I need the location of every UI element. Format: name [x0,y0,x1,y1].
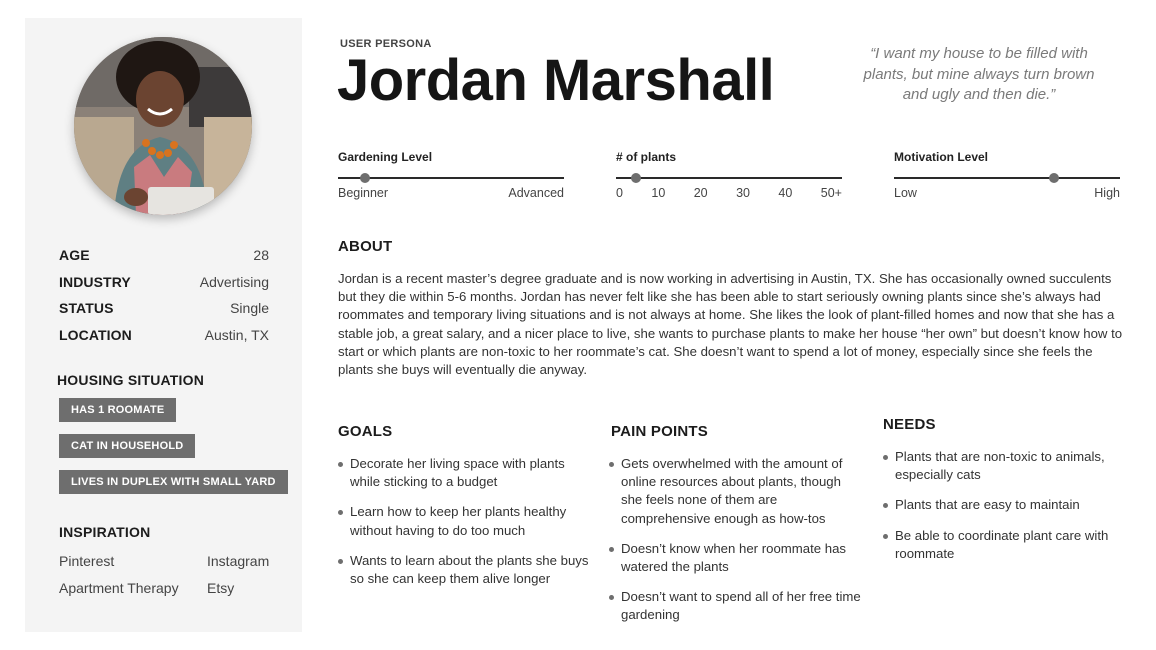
inspiration-heading: INSPIRATION [59,524,151,540]
list-item: Decorate her living space with plants wh… [338,455,594,491]
inspiration-item: Pinterest [59,553,115,569]
slider-title: # of plants [616,150,677,164]
slider-knob [1049,173,1060,183]
slider-tick: 10 [651,186,666,200]
needs-heading: NEEDS [883,416,936,433]
list-item: Plants that are easy to maintain [883,496,1133,514]
tag-roommate: HAS 1 ROOMATE [59,398,177,422]
fact-label: INDUSTRY [59,273,131,290]
persona-quote: “I want my house to be filled with plant… [863,45,1095,103]
fact-value: Austin, TX [204,326,269,343]
housing-tags: HAS 1 ROOMATE CAT IN HOUSEHOLD LIVES IN … [59,398,288,506]
fact-value: Advertising [199,273,269,290]
list-item: Be able to coordinate plant care with ro… [883,527,1133,563]
avatar-photo [74,37,252,215]
fact-value: 28 [253,247,269,263]
about-heading: ABOUT [338,238,393,255]
slider-tick: 50+ [820,186,842,200]
needs-list: Plants that are non-toxic to animals, es… [883,448,1133,575]
tag-duplex: LIVES IN DUPLEX WITH SMALL YARD [59,470,288,494]
list-item: Plants that are non-toxic to animals, es… [883,448,1133,484]
fact-age: AGE 28 [59,247,269,274]
fact-status: STATUS Single [59,300,269,327]
slider-labels: Beginner Advanced [338,186,564,200]
slider-title: Motivation Level [894,150,989,164]
slider-title: Gardening Level [338,150,433,164]
list-item: Wants to learn about the plants she buys… [338,552,594,588]
fact-industry: INDUSTRY Advertising [59,274,269,301]
goals-heading: GOALS [338,423,393,440]
demographics: AGE 28 INDUSTRY Advertising STATUS Singl… [59,247,269,353]
slider-max-label: High [1094,186,1120,200]
fact-value: Single [230,300,269,316]
inspiration-item: Instagram [207,553,270,569]
fact-label: LOCATION [59,326,132,343]
inspiration-item: Apartment Therapy [59,579,179,596]
motivation-level-slider: Motivation Level Low High [894,150,1120,200]
slider-tick: 30 [736,186,750,200]
slider-knob [631,173,642,183]
slider-track [894,173,1120,183]
tag-cat: CAT IN HOUSEHOLD [59,434,196,458]
profile-sidebar: AGE 28 INDUSTRY Advertising STATUS Singl… [25,18,302,632]
list-item: Gets overwhelmed with the amount of onli… [609,455,861,528]
housing-heading: HOUSING SITUATION [57,372,205,388]
slider-min-label: Beginner [338,186,389,200]
inspiration-item: Etsy [207,579,235,596]
inspiration-row: Apartment Therapy Etsy [59,580,279,607]
persona-name: Jordan Marshall [337,48,775,113]
list-item: Doesn’t want to spend all of her free ti… [609,588,861,624]
fact-location: LOCATION Austin, TX [59,327,269,354]
slider-max-label: Advanced [508,186,564,200]
slider-ticks: 0 10 20 30 40 50+ [616,186,842,200]
pain-points-heading: PAIN POINTS [611,423,708,440]
slider-tick: 20 [693,186,708,200]
plants-count-slider: # of plants 0 10 20 30 40 50+ [616,150,842,200]
fact-label: STATUS [59,300,114,316]
slider-track [338,173,564,183]
goals-list: Decorate her living space with plants wh… [338,455,594,600]
slider-labels: Low High [894,186,1120,200]
slider-knob [360,173,371,183]
list-item: Doesn’t know when her roommate has water… [609,540,861,576]
inspiration-row: Pinterest Instagram [59,553,279,580]
gardening-level-slider: Gardening Level Beginner Advanced [338,150,564,200]
fact-label: AGE [59,247,90,263]
pain-points-list: Gets overwhelmed with the amount of onli… [609,455,861,637]
slider-min-label: Low [894,186,917,200]
list-item: Learn how to keep her plants healthy wit… [338,503,594,539]
about-text: Jordan is a recent master’s degree gradu… [338,271,1123,378]
avatar [74,37,252,215]
slider-tick: 0 [616,186,623,200]
slider-tick: 40 [778,186,793,200]
inspiration-list: Pinterest Instagram Apartment Therapy Et… [59,553,279,606]
slider-track [616,173,842,183]
